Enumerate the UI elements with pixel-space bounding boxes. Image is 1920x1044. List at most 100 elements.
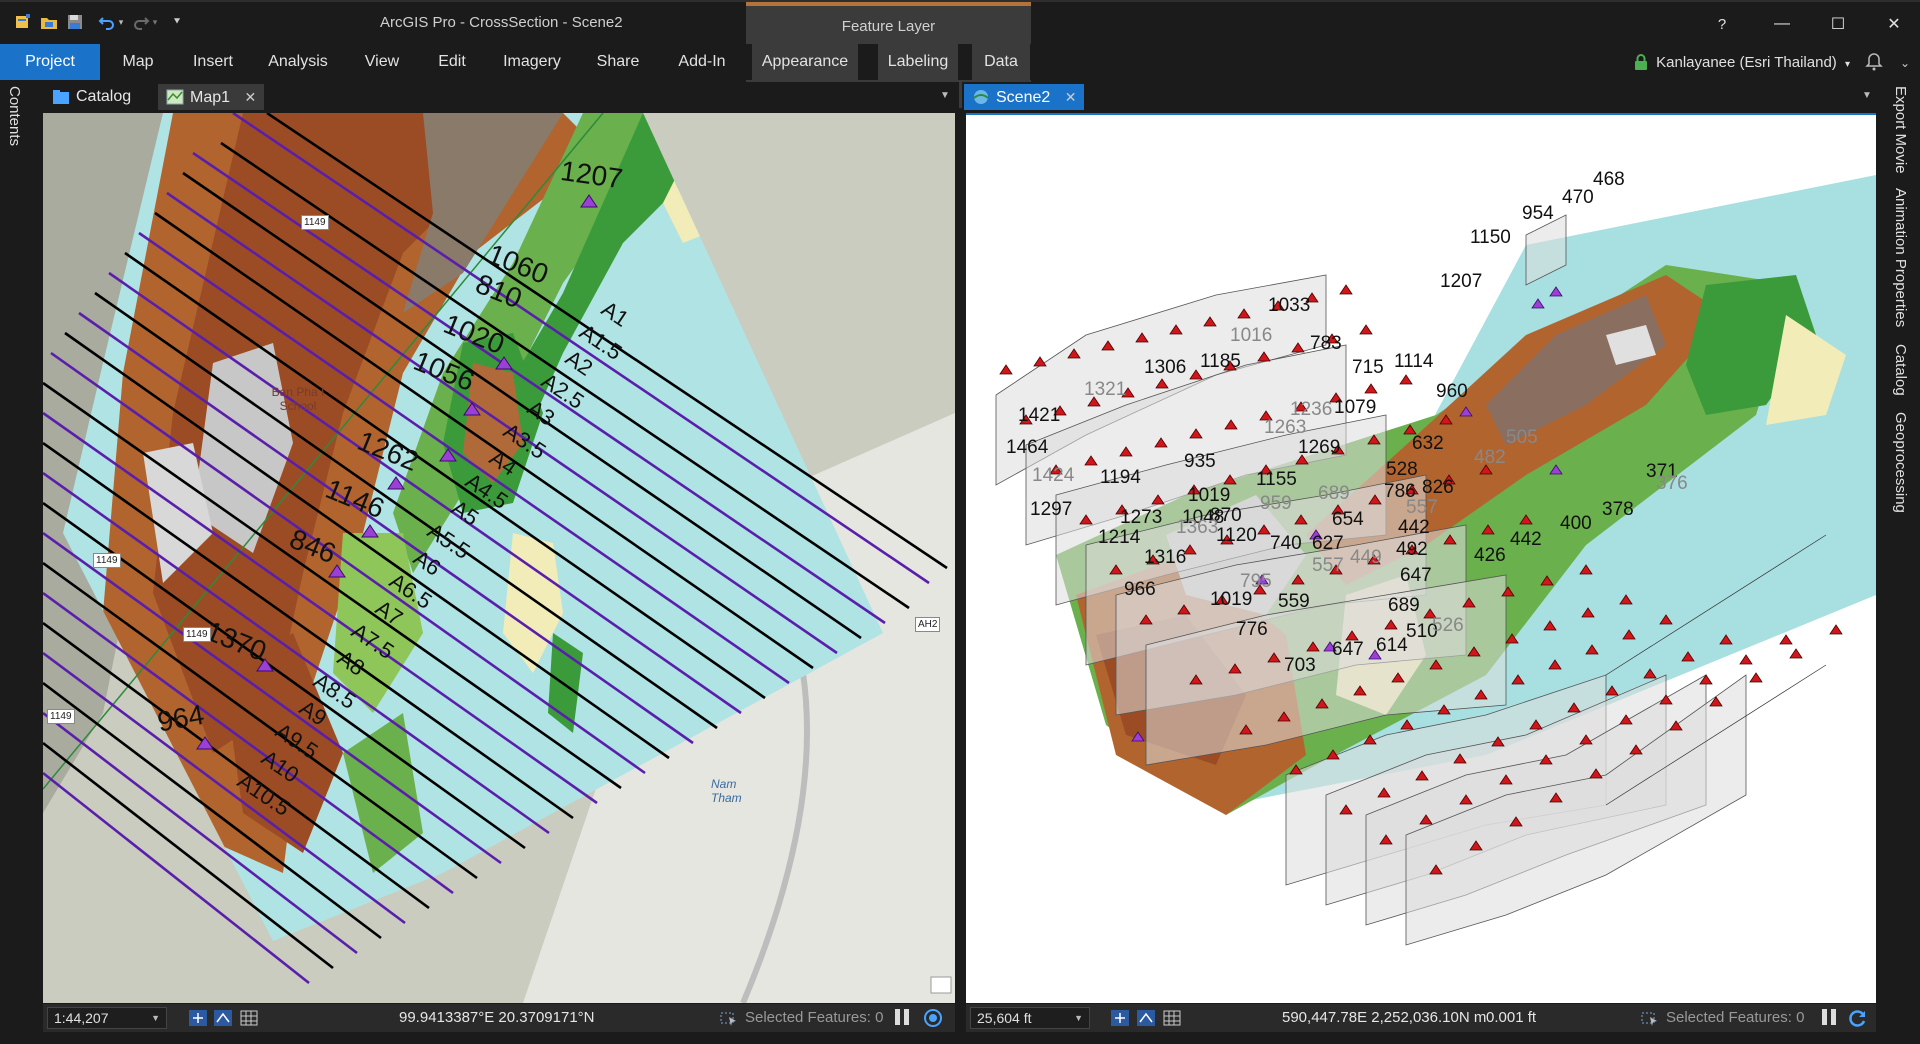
tab-analysis[interactable]: Analysis <box>262 44 334 80</box>
section-sample-marker <box>1749 672 1763 683</box>
tab-insert[interactable]: Insert <box>183 44 243 80</box>
scene-view[interactable]: 468 470 954 1150 1207 1033 783 715 1114 … <box>966 113 1876 1003</box>
user-dropdown-icon[interactable]: ▾ <box>1845 59 1850 70</box>
animation-properties-tab[interactable]: Animation Properties <box>1892 188 1909 327</box>
map-scale-select[interactable]: 1:44,207 ▼ <box>47 1007 167 1029</box>
scene-elev-label: 1114 <box>1394 351 1434 372</box>
scene-elev-label: 776 <box>1236 619 1268 640</box>
redo-icon[interactable] <box>130 12 152 32</box>
grid-icon[interactable] <box>1162 1009 1182 1027</box>
scene-elev-label: 557 <box>1312 555 1344 576</box>
tab-add-in[interactable]: Add-In <box>668 44 736 80</box>
scene-elev-label: 966 <box>1124 579 1156 600</box>
undo-dropdown-icon[interactable]: ▾ <box>116 12 126 32</box>
scene-elev-label: 1316 <box>1144 547 1187 568</box>
catalog-pane-tab[interactable]: Catalog <box>1892 344 1909 396</box>
snapping-icon[interactable] <box>213 1009 233 1027</box>
user-name: Kanlayanee (Esri Thailand) <box>1656 54 1837 71</box>
map-icon <box>166 89 184 105</box>
scene-elev-label: 559 <box>1278 591 1310 612</box>
snapping-icon[interactable] <box>1136 1009 1156 1027</box>
tab-scene2-view[interactable]: Scene2 ✕ <box>964 84 1085 110</box>
help-button[interactable]: ? <box>1700 10 1744 38</box>
scene-elev-label: 1321 <box>1084 379 1127 400</box>
scene-elev-label: 632 <box>1412 433 1444 454</box>
selected-features-label: Selected Features: 0 <box>1666 1009 1805 1026</box>
map-coordinates: 99.9413387°E 20.3709171°N <box>399 1009 595 1026</box>
tab-map1-view[interactable]: Map1 ✕ <box>158 84 265 110</box>
tab-imagery[interactable]: Imagery <box>496 44 568 80</box>
selected-features-count[interactable]: Selected Features: 0 <box>719 1009 883 1026</box>
scene-elev-label: 1273 <box>1120 507 1163 528</box>
selection-icon <box>1641 1012 1657 1026</box>
road-shield: 1149 <box>301 215 329 230</box>
map-view[interactable]: 1207 1060 810 1020 1056 1262 1146 846 13… <box>43 113 955 1003</box>
section-sample-marker <box>1779 634 1793 645</box>
new-project-icon[interactable] <box>12 12 34 32</box>
tab-map1-label: Map1 <box>190 89 231 106</box>
app-title: ArcGIS Pro - CrossSection - Scene2 <box>380 14 623 31</box>
tab-appearance[interactable]: Appearance <box>752 44 858 80</box>
scene-scale-value: 25,604 ft <box>977 1010 1032 1026</box>
pause-drawing-icon[interactable] <box>1822 1009 1838 1025</box>
scene-elev-label: 795 <box>1240 571 1272 592</box>
scene-elev-label: 442 <box>1510 529 1542 550</box>
scene-elev-label: 1263 <box>1264 417 1307 438</box>
tab-list-dropdown-icon[interactable]: ▼ <box>1862 90 1872 101</box>
refresh-icon[interactable] <box>923 1008 943 1028</box>
scene-elev-label: 740 <box>1270 533 1302 554</box>
tab-project[interactable]: Project <box>0 44 100 80</box>
scene-elev-label: 959 <box>1260 493 1292 514</box>
navigator-icon[interactable] <box>188 1009 208 1027</box>
scene-elev-label: 1079 <box>1334 397 1377 418</box>
tab-view[interactable]: View <box>356 44 408 80</box>
minimize-button[interactable]: — <box>1760 10 1804 38</box>
refresh-icon[interactable] <box>1848 1008 1868 1028</box>
tab-labeling[interactable]: Labeling <box>878 44 958 80</box>
tab-share[interactable]: Share <box>590 44 646 80</box>
selected-features-label: Selected Features: 0 <box>745 1009 884 1026</box>
scene-scale-select[interactable]: 25,604 ft ▼ <box>970 1007 1090 1029</box>
tab-catalog-view[interactable]: Catalog <box>44 84 139 110</box>
save-icon[interactable] <box>64 12 86 32</box>
grid-icon[interactable] <box>239 1009 259 1027</box>
scene-coordinates: 590,447.78E 2,252,036.10N m <box>1282 1009 1487 1026</box>
contextual-tab-title: Feature Layer <box>841 18 936 35</box>
scene-elev-label: 1120 <box>1216 525 1257 546</box>
maximize-button[interactable]: ☐ <box>1816 10 1860 38</box>
scene-elev-label: 1033 <box>1268 295 1311 316</box>
tab-list-dropdown-icon[interactable]: ▼ <box>940 90 950 101</box>
close-tab-icon[interactable]: ✕ <box>244 84 256 110</box>
tab-edit[interactable]: Edit <box>428 44 476 80</box>
scene-elev-label: 378 <box>1602 499 1634 520</box>
undo-icon[interactable] <box>96 12 118 32</box>
ribbon-collapse-icon[interactable]: ⌄ <box>1900 56 1910 70</box>
pause-drawing-icon[interactable] <box>895 1009 911 1025</box>
section-sample-marker <box>1359 324 1373 335</box>
scene-elev-label: 1150 <box>1470 227 1511 248</box>
road-shield: 1149 <box>47 709 75 724</box>
scene-elev-label: 470 <box>1562 187 1594 208</box>
scene-icon <box>973 90 989 104</box>
tab-data[interactable]: Data <box>972 44 1030 80</box>
scene-elev-label: 654 <box>1332 509 1364 530</box>
geoprocessing-tab[interactable]: Geoprocessing <box>1892 412 1909 513</box>
close-button[interactable]: ✕ <box>1872 10 1916 38</box>
redo-dropdown-icon[interactable]: ▾ <box>150 12 160 32</box>
scene-elev-label: 1207 <box>1440 271 1483 292</box>
scene-elev-label: 1421 <box>1018 405 1061 426</box>
export-movie-tab[interactable]: Export Movie <box>1892 86 1909 174</box>
contents-pane-tab[interactable]: Contents <box>6 86 23 146</box>
selected-features-count[interactable]: Selected Features: 0 <box>1640 1009 1804 1026</box>
notification-bell-icon[interactable] <box>1864 52 1884 72</box>
close-tab-icon[interactable]: ✕ <box>1065 84 1077 110</box>
scene-elev-label: 627 <box>1312 533 1344 554</box>
ribbon-tabs: Project Map Insert Analysis View Edit Im… <box>0 44 1920 80</box>
open-project-icon[interactable] <box>38 12 60 32</box>
scene-elev-label: 557 <box>1406 497 1438 518</box>
navigator-icon[interactable] <box>1110 1009 1130 1027</box>
customize-icon[interactable]: ⯆ <box>166 12 188 32</box>
left-view-tabs: Catalog Map1 ✕ ▼ <box>34 82 959 112</box>
user-account[interactable]: Kanlayanee (Esri Thailand) ▾ <box>1632 52 1850 74</box>
tab-map[interactable]: Map <box>110 44 166 80</box>
